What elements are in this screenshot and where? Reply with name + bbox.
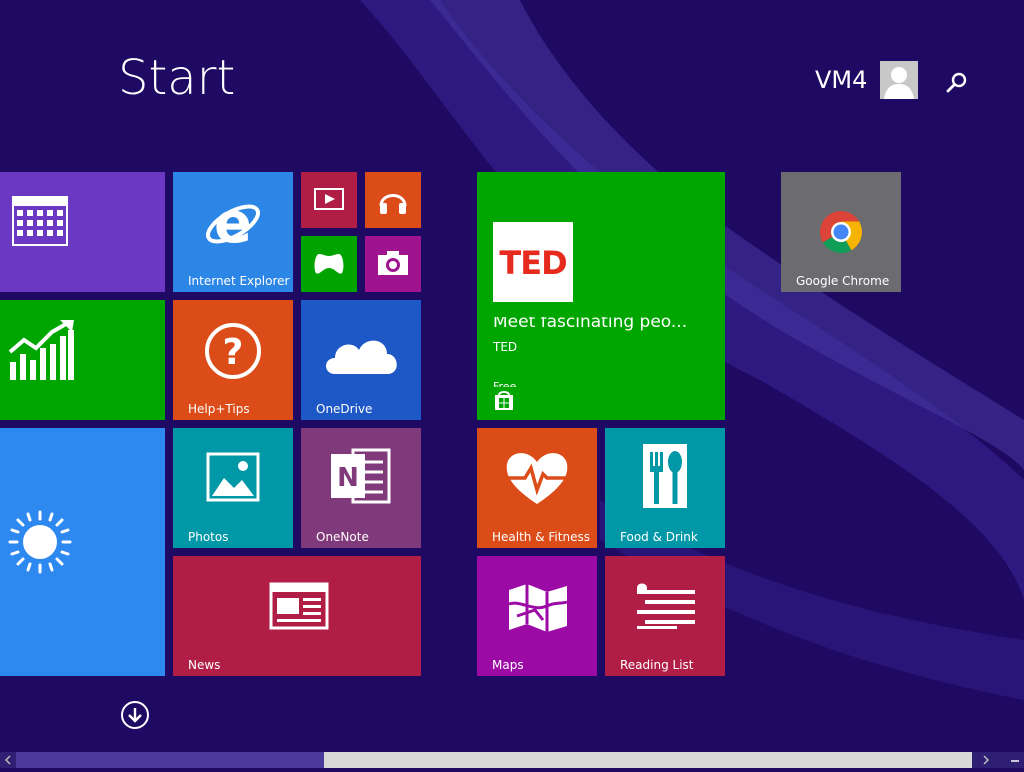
ted-logo-text: TED [499, 244, 567, 282]
finance-tile[interactable] [0, 300, 165, 420]
maps-tile[interactable]: Maps [477, 556, 597, 676]
ted-tile[interactable]: TED Meet fascinating peo... TED Free [477, 172, 725, 420]
music-tile[interactable] [365, 172, 421, 228]
chart-icon [8, 320, 74, 380]
onenote-tile[interactable]: N OneNote [301, 428, 421, 548]
page-title: Start [118, 50, 236, 106]
reading-list-icon [637, 583, 695, 629]
health-fitness-label: Health & Fitness [492, 530, 590, 544]
calendar-tile[interactable] [0, 172, 165, 292]
video-tile[interactable] [301, 172, 357, 228]
down-arrow-icon[interactable] [120, 700, 150, 730]
chevron-right-icon [983, 755, 990, 765]
sun-icon [8, 510, 72, 574]
newspaper-icon [269, 582, 329, 630]
calendar-icon [12, 196, 68, 246]
google-chrome-tile[interactable]: Google Chrome [781, 172, 901, 292]
reading-list-label: Reading List [620, 658, 694, 672]
games-tile[interactable] [301, 236, 357, 292]
photo-icon [206, 452, 260, 502]
video-icon [314, 188, 344, 210]
onedrive-tile[interactable]: OneDrive [301, 300, 421, 420]
weather-tile[interactable] [0, 428, 165, 676]
scroll-track[interactable] [16, 752, 324, 768]
map-icon [508, 584, 568, 632]
zoom-out-button[interactable] [1006, 752, 1024, 768]
internet-explorer-label: Internet Explorer [188, 274, 290, 288]
reading-list-tile[interactable]: Reading List [605, 556, 725, 676]
onedrive-label: OneDrive [316, 402, 373, 416]
onenote-icon: N [331, 448, 391, 504]
internet-explorer-tile[interactable]: e Internet Explorer [173, 172, 293, 292]
internet-explorer-icon: e [206, 194, 260, 254]
news-tile[interactable]: News [173, 556, 421, 676]
cloud-icon [326, 340, 397, 374]
google-chrome-label: Google Chrome [796, 274, 890, 288]
minus-icon [1011, 760, 1019, 762]
photos-tile[interactable]: Photos [173, 428, 293, 548]
xbox-controller-icon [314, 254, 344, 274]
scroll-thumb[interactable] [324, 752, 972, 768]
question-icon: ? [205, 323, 261, 379]
ted-logo: TED [493, 222, 573, 302]
camera-icon [378, 251, 408, 275]
chevron-left-icon [4, 755, 11, 765]
scroll-right-button[interactable] [972, 752, 1006, 768]
photos-label: Photos [188, 530, 229, 544]
food-drink-label: Food & Drink [620, 530, 698, 544]
chrome-icon [820, 211, 863, 254]
health-fitness-tile[interactable]: Health & Fitness [477, 428, 597, 548]
maps-label: Maps [492, 658, 524, 672]
user-avatar-icon[interactable] [880, 61, 918, 99]
svg-text:N: N [337, 463, 359, 493]
search-icon[interactable] [944, 70, 970, 96]
scroll-left-button[interactable] [0, 752, 16, 768]
svg-text:?: ? [223, 332, 244, 373]
ted-headline: Meet fascinating peo... [493, 312, 688, 332]
heart-icon [505, 453, 569, 504]
help-tips-label: Help+Tips [188, 402, 250, 416]
user-name[interactable]: VM4 [815, 66, 867, 94]
camera-tile[interactable] [365, 236, 421, 292]
headphones-icon [379, 194, 407, 214]
fork-spoon-icon [643, 444, 687, 508]
store-icon [495, 391, 513, 410]
ted-publisher: TED [493, 340, 518, 354]
onenote-label: OneNote [316, 530, 369, 544]
help-tips-tile[interactable]: ? Help+Tips [173, 300, 293, 420]
svg-text:e: e [214, 194, 252, 254]
food-drink-tile[interactable]: Food & Drink [605, 428, 725, 548]
horizontal-scrollbar[interactable] [0, 752, 1024, 768]
news-label: News [188, 658, 221, 672]
